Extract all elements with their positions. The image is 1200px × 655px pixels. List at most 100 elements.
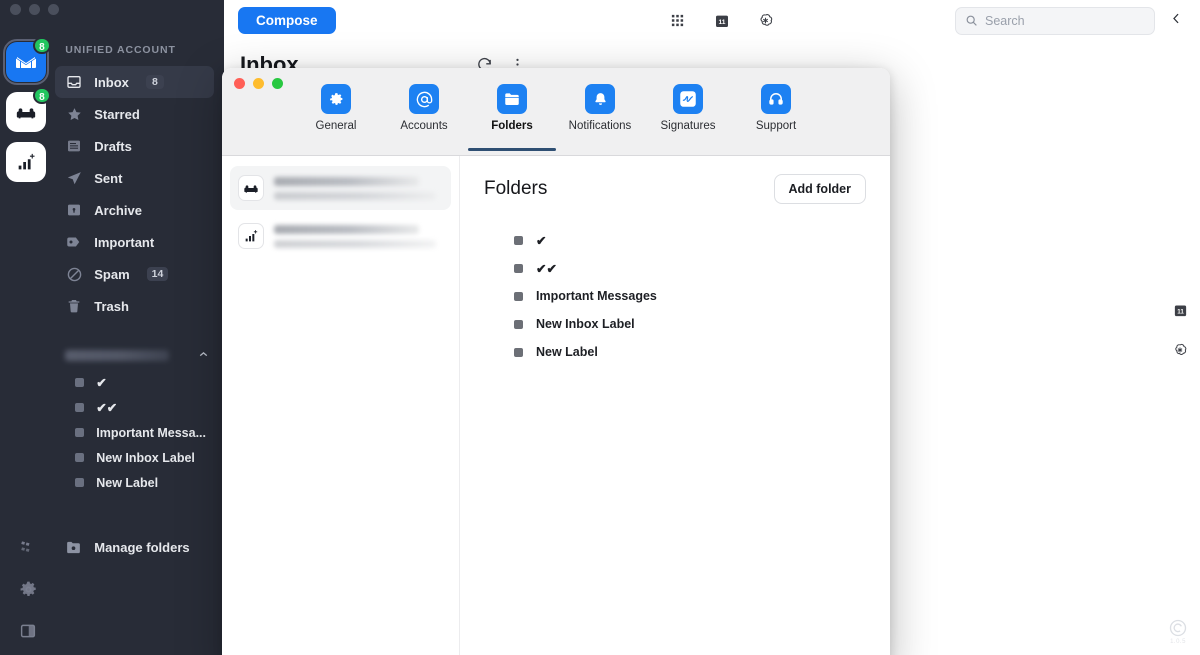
search-box[interactable] [955, 7, 1155, 35]
send-icon [65, 169, 83, 187]
svg-text:11: 11 [718, 19, 725, 26]
folders-panel: Folders Add folder ✔ ✔✔ Important Messag… [460, 156, 890, 655]
folder-color-swatch [75, 428, 84, 437]
redacted-account-name [65, 350, 169, 361]
sidebar-item-sent[interactable]: Sent [55, 162, 214, 194]
sidebar-item-starred[interactable]: Starred [55, 98, 214, 130]
sidebar-item-label: Drafts [94, 139, 132, 154]
chevron-left-icon[interactable] [1169, 11, 1186, 31]
folder-row[interactable]: New Inbox Label [514, 310, 866, 338]
calendar-icon[interactable]: 11 [712, 11, 732, 31]
calendar-icon[interactable]: 11 [1170, 300, 1190, 320]
folder-row[interactable]: ✔✔ [514, 254, 866, 282]
folder-color-swatch [514, 348, 523, 357]
sidebar-item-archive[interactable]: Archive [55, 194, 214, 226]
top-toolbar: Compose 11 [224, 0, 1200, 41]
toggle-sidebar-icon[interactable] [18, 621, 38, 641]
sidebar-item-trash[interactable]: Trash [55, 290, 214, 322]
settings-tabs: General Accounts Folders [222, 68, 890, 138]
tab-signatures[interactable]: Signatures [651, 84, 725, 138]
tab-general[interactable]: General [299, 84, 373, 138]
sidebar-item-inbox[interactable]: Inbox 8 [55, 66, 214, 98]
window-close-dot[interactable] [10, 4, 21, 15]
chart-account-avatar[interactable] [6, 142, 46, 182]
search-input[interactable] [985, 14, 1145, 28]
star-icon [65, 105, 83, 123]
tab-support[interactable]: Support [739, 84, 813, 138]
folder-row[interactable]: Important Messages [514, 282, 866, 310]
folder-color-swatch [75, 453, 84, 462]
openai-icon[interactable] [1170, 340, 1190, 360]
folder-name: ✔ [536, 233, 546, 248]
chart-plus-icon [15, 151, 37, 173]
modal-body: Folders Add folder ✔ ✔✔ Important Messag… [222, 156, 890, 655]
sidebar-label-item[interactable]: Important Messa... [67, 420, 214, 445]
drafts-icon [65, 137, 83, 155]
chevron-up-icon[interactable] [197, 348, 210, 363]
sidebar-section-title: UNIFIED ACCOUNT [65, 44, 224, 56]
tab-label: Notifications [569, 120, 632, 132]
sidebar-item-count: 14 [147, 267, 169, 281]
sidebar-label-item[interactable]: New Label [67, 470, 214, 495]
modal-window-controls[interactable] [234, 78, 283, 89]
sidebar-label-item[interactable]: ✔✔ [67, 395, 214, 420]
modal-minimize-button[interactable] [253, 78, 264, 89]
folder-name: Important Messages [536, 289, 657, 303]
sidebar-item-count: 8 [146, 75, 164, 89]
add-folder-button[interactable]: Add folder [774, 174, 867, 204]
spiral-icon [1168, 618, 1188, 638]
brand-version: 1.0.5 [1170, 639, 1186, 645]
folder-color-swatch [75, 478, 84, 487]
sidebar-nav: UNIFIED ACCOUNT Inbox 8 Starred Drafts [51, 0, 224, 655]
sidebar-item-important[interactable]: Important [55, 226, 214, 258]
sofa-icon [238, 175, 264, 201]
compose-button[interactable]: Compose [238, 7, 336, 34]
sofa-account-avatar[interactable]: 8 [6, 92, 46, 132]
redacted-account-info [274, 225, 443, 248]
sidebar-item-label: Starred [94, 107, 140, 122]
sidebar-item-label: Sent [94, 171, 122, 186]
tab-accounts[interactable]: Accounts [387, 84, 461, 138]
left-sidebar: 8 8 UNIFIED ACCOUNT Inbox [0, 0, 224, 655]
bell-icon [585, 84, 615, 114]
tab-label: General [316, 120, 357, 132]
settings-gear-icon[interactable] [18, 579, 38, 599]
app-root: 8 8 UNIFIED ACCOUNT Inbox [0, 0, 1200, 655]
folder-name: New Inbox Label [536, 317, 635, 331]
window-minimize-dot[interactable] [29, 4, 40, 15]
sidebar-item-label: Trash [94, 299, 129, 314]
modal-zoom-button[interactable] [272, 78, 283, 89]
brand-watermark: 1.0.5 [1168, 618, 1188, 645]
sidebar-label-item[interactable]: ✔ [67, 370, 214, 395]
sidebar-item-spam[interactable]: Spam 14 [55, 258, 214, 290]
apps-grid-icon[interactable] [668, 11, 688, 31]
sidebar-label-item[interactable]: New Inbox Label [67, 445, 214, 470]
sidebar-label-text: Important Messa... [96, 426, 206, 440]
modal-account-list [222, 156, 460, 655]
at-sign-icon [409, 84, 439, 114]
mail-account-avatar[interactable]: 8 [6, 42, 46, 82]
search-icon [965, 14, 978, 27]
manage-folders-button[interactable]: Manage folders [65, 533, 214, 561]
trash-icon [65, 297, 83, 315]
folder-color-swatch [514, 236, 523, 245]
folder-name: New Label [536, 345, 598, 359]
folder-row[interactable]: ✔ [514, 226, 866, 254]
sidebar-item-drafts[interactable]: Drafts [55, 130, 214, 162]
feedback-icon[interactable] [18, 537, 38, 557]
inbox-icon [65, 73, 83, 91]
modal-account-item[interactable] [230, 214, 451, 258]
account-badge: 8 [33, 87, 51, 104]
openai-icon[interactable] [756, 11, 776, 31]
tab-label: Folders [491, 120, 533, 132]
settings-modal: General Accounts Folders [222, 68, 890, 655]
modal-account-item[interactable] [230, 166, 451, 210]
tab-folders[interactable]: Folders [475, 84, 549, 138]
account-group-header[interactable] [65, 344, 210, 366]
headset-icon [761, 84, 791, 114]
search-area [955, 7, 1186, 35]
folders-list: ✔ ✔✔ Important Messages New Inbox Label [484, 226, 866, 366]
modal-close-button[interactable] [234, 78, 245, 89]
tab-notifications[interactable]: Notifications [563, 84, 637, 138]
folder-row[interactable]: New Label [514, 338, 866, 366]
